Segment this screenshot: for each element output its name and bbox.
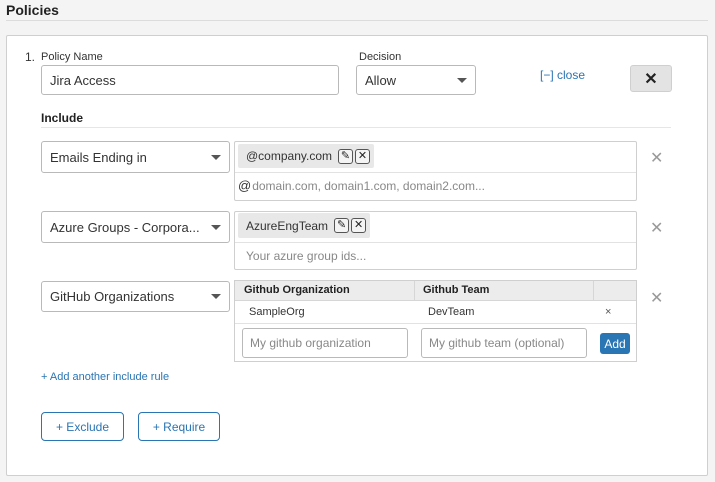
column-divider — [414, 281, 415, 301]
rule-type-select-emails[interactable]: Emails Ending in — [41, 141, 230, 173]
row-divider — [235, 323, 636, 324]
include-title: Include — [41, 111, 84, 125]
rule-type-value: Emails Ending in — [50, 149, 147, 165]
include-divider — [41, 127, 671, 128]
remove-rule-icon[interactable]: ✕ — [650, 288, 663, 308]
tag-chip: AzureEngTeam ✎ ✕ — [238, 213, 371, 238]
tag-label: @company.com — [246, 149, 332, 163]
github-org-input[interactable]: My github organization — [242, 328, 408, 358]
rule-type-select-azure[interactable]: Azure Groups - Corpora... — [41, 211, 230, 243]
chevron-down-icon — [211, 154, 221, 160]
chevron-down-icon — [457, 77, 467, 83]
pencil-icon[interactable]: ✎ — [338, 148, 353, 164]
rule-type-value: GitHub Organizations — [50, 289, 175, 304]
decision-value: Allow — [365, 72, 397, 88]
decision-label: Decision — [359, 51, 402, 63]
column-header-team: Github Team — [423, 284, 490, 296]
azure-group-placeholder[interactable]: Your azure group ids... — [246, 249, 366, 263]
rule-type-value: Azure Groups - Corpora... — [50, 219, 200, 235]
section-title: Policies — [6, 2, 59, 18]
email-domain-placeholder: domain.com, domain1.com, domain2.com... — [252, 178, 485, 193]
policy-index: 1. — [25, 50, 36, 64]
pencil-icon[interactable]: ✎ — [334, 218, 350, 233]
at-sign-prefix: @ — [238, 178, 252, 193]
decision-select[interactable]: Allow — [356, 65, 476, 95]
remove-rule-icon[interactable]: ✕ — [650, 218, 663, 238]
add-include-rule-link[interactable]: + Add another include rule — [41, 371, 169, 383]
github-org-placeholder: My github organization — [250, 336, 371, 350]
remove-row-icon[interactable]: × — [605, 306, 611, 318]
policy-name-value: Jira Access — [50, 72, 116, 88]
close-link[interactable]: [−] close — [540, 68, 585, 82]
github-team-input[interactable]: My github team (optional) — [421, 328, 587, 358]
column-divider — [593, 281, 594, 301]
policy-name-input[interactable]: Jira Access — [41, 65, 339, 95]
tagbox-divider — [235, 172, 636, 173]
exclude-button[interactable]: + Exclude — [41, 412, 124, 441]
tag-label: AzureEngTeam — [246, 218, 329, 233]
rule-type-select-github[interactable]: GitHub Organizations — [41, 281, 230, 312]
github-org-cell: SampleOrg — [249, 306, 305, 318]
policy-name-label: Policy Name — [41, 51, 103, 63]
github-team-placeholder: My github team (optional) — [429, 336, 565, 350]
tagbox-divider — [235, 242, 636, 243]
close-button[interactable]: ✕ — [630, 65, 672, 92]
github-team-cell: DevTeam — [428, 306, 475, 318]
close-square-icon[interactable]: ✕ — [351, 218, 367, 233]
chevron-down-icon — [211, 294, 221, 299]
close-square-icon[interactable]: ✕ — [355, 148, 370, 164]
remove-rule-icon[interactable]: ✕ — [650, 148, 663, 168]
email-domain-input[interactable]: @ domain.com, domain1.com, domain2.com..… — [238, 178, 485, 193]
close-icon: ✕ — [644, 70, 658, 88]
add-github-button[interactable]: Add — [600, 333, 630, 354]
require-button[interactable]: + Require — [138, 412, 220, 441]
column-header-org: Github Organization — [244, 284, 350, 296]
section-divider — [6, 20, 708, 21]
tag-chip: @company.com ✎ ✕ — [238, 144, 374, 168]
chevron-down-icon — [211, 224, 221, 230]
